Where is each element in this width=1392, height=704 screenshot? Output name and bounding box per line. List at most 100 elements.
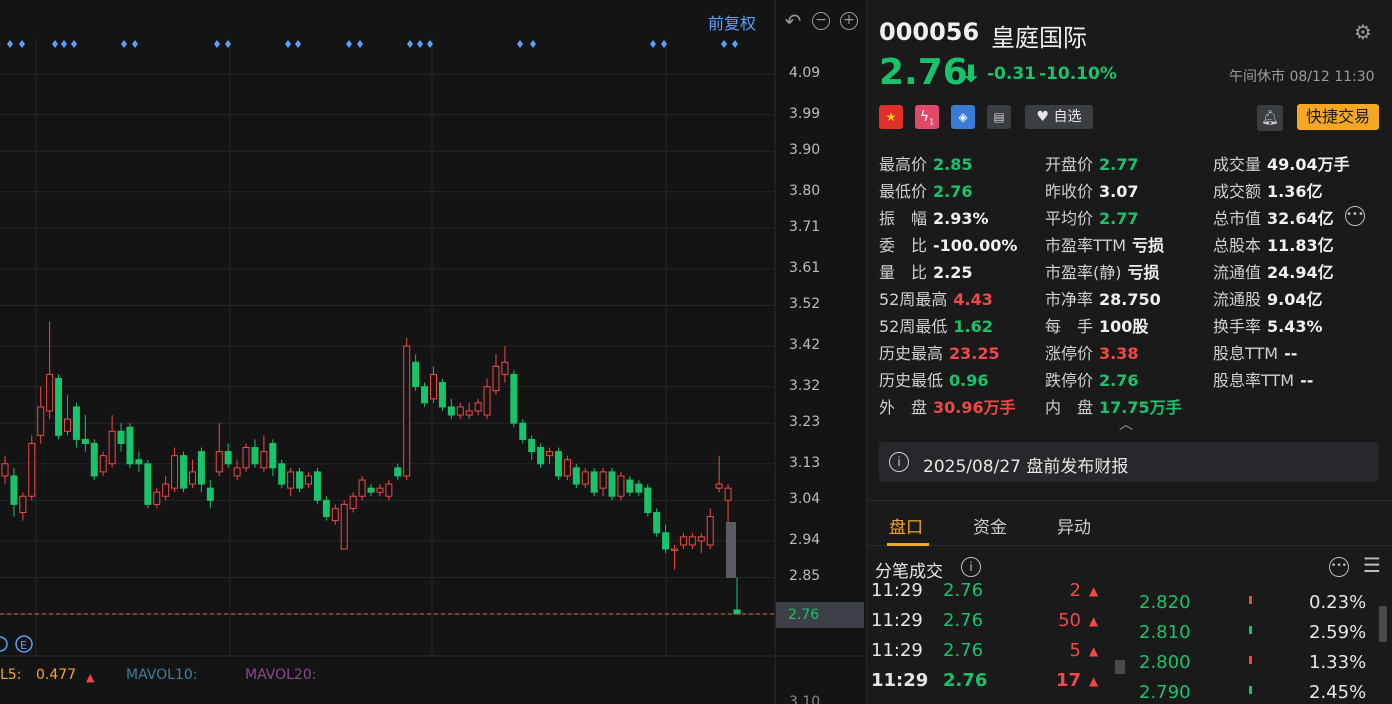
stat-label: 外 盘 bbox=[879, 398, 928, 417]
candle-body bbox=[108, 430, 116, 465]
add-favorite-button[interactable]: ♥ 自选 bbox=[1025, 105, 1093, 129]
candle-body bbox=[492, 365, 500, 392]
earnings-notice[interactable]: i 2025/08/27 盘前发布财报 bbox=[879, 442, 1379, 482]
candle-body bbox=[697, 536, 705, 542]
tab-abnormal[interactable]: 异动 bbox=[1057, 513, 1091, 538]
tab-capital[interactable]: 资金 bbox=[973, 513, 1007, 538]
candle-body bbox=[90, 442, 98, 477]
candle-body bbox=[599, 471, 607, 489]
candle-body bbox=[581, 471, 589, 485]
y-tick-label: 4.09 bbox=[789, 65, 821, 81]
up-arrow-icon: ▲ bbox=[1089, 584, 1099, 598]
adjust-mode-button[interactable]: 前复权 bbox=[708, 10, 756, 33]
stat-cell: 成交量 49.04万手 bbox=[1213, 151, 1350, 175]
stat-cell: 总市值 32.64亿 bbox=[1213, 205, 1334, 229]
stat-label: 换手率 bbox=[1213, 317, 1262, 336]
margin-icon[interactable]: ϟ1 bbox=[915, 105, 939, 129]
scrollbar[interactable] bbox=[1379, 606, 1387, 642]
collapse-caret-icon[interactable]: ︿ bbox=[1119, 414, 1133, 434]
candle-body bbox=[572, 467, 580, 485]
candle-body bbox=[421, 386, 429, 404]
current-price-tag: 2.76 bbox=[776, 602, 864, 628]
bell-icon[interactable]: 🔔︎ bbox=[1257, 105, 1283, 131]
list-icon[interactable]: ☰ bbox=[1363, 553, 1381, 577]
candle-body bbox=[278, 463, 286, 485]
candle-body bbox=[287, 471, 295, 489]
kline-chart[interactable]: E 前复权 ↶ − + 4.09 3.99 3.90 3.80 3.71 3.61 3.52… bbox=[0, 0, 866, 704]
dist-bar bbox=[1249, 596, 1252, 604]
candle-body bbox=[269, 442, 277, 469]
more-options-icon[interactable]: ••• bbox=[1329, 557, 1349, 577]
stat-value: 2.77 bbox=[1099, 209, 1139, 228]
stat-value: 11.83亿 bbox=[1267, 236, 1334, 255]
candle-body bbox=[653, 511, 661, 534]
candle-body bbox=[162, 483, 170, 497]
candle-body bbox=[180, 455, 188, 489]
stat-cell: 流通股 9.04亿 bbox=[1213, 286, 1323, 310]
stat-label: 流通值 bbox=[1213, 263, 1262, 282]
dist-price: 2.820 bbox=[1139, 592, 1191, 613]
stat-value: -- bbox=[1300, 371, 1314, 390]
stat-label: 昨收价 bbox=[1045, 182, 1094, 201]
stat-value: 0.96 bbox=[949, 371, 989, 390]
mavol5-value: 0.477 bbox=[36, 667, 77, 683]
stat-value: 2.76 bbox=[933, 182, 973, 201]
candle-body bbox=[206, 487, 214, 501]
candle-body bbox=[662, 532, 670, 550]
scroll-handle[interactable] bbox=[1115, 660, 1125, 674]
stat-value: 5.43% bbox=[1267, 317, 1323, 336]
dist-bar bbox=[1249, 686, 1252, 694]
event-marker bbox=[295, 40, 301, 48]
candle-body bbox=[46, 373, 54, 412]
zoom-in-icon[interactable]: + bbox=[840, 12, 858, 30]
zoom-out-icon[interactable]: − bbox=[812, 12, 830, 30]
stat-value: 100股 bbox=[1099, 317, 1149, 336]
note-icon[interactable]: ▤ bbox=[987, 105, 1011, 129]
stat-label: 成交额 bbox=[1213, 182, 1262, 201]
tick-volume: 17 bbox=[1055, 670, 1081, 691]
dist-pct: 2.59% bbox=[1309, 622, 1367, 643]
info-icon[interactable]: i bbox=[961, 557, 981, 577]
candle-body bbox=[546, 451, 554, 457]
stat-value: 24.94亿 bbox=[1267, 263, 1334, 282]
stat-cell: 52周最低 1.62 bbox=[879, 313, 993, 337]
e-icon-label: E bbox=[20, 639, 27, 652]
candle-body bbox=[465, 410, 473, 416]
candle-body bbox=[197, 451, 205, 485]
candle-body bbox=[153, 491, 161, 505]
kline-svg[interactable]: E bbox=[0, 0, 866, 704]
y-tick-label: 2.85 bbox=[789, 568, 821, 585]
quick-trade-button[interactable]: 快捷交易 bbox=[1297, 104, 1379, 130]
dist-bar bbox=[1249, 656, 1252, 664]
stat-cell: 最低价 2.76 bbox=[879, 178, 973, 202]
candle-body bbox=[233, 467, 241, 477]
gear-icon[interactable]: ⚙ bbox=[1354, 20, 1372, 44]
undo-icon[interactable]: ↶ bbox=[784, 11, 802, 31]
tick-row: 11:29 2.76 17 ▲ bbox=[871, 670, 1111, 694]
stat-cell: 换手率 5.43% bbox=[1213, 313, 1323, 337]
tick-volume: 50 bbox=[1058, 610, 1081, 631]
stat-cell: 成交额 1.36亿 bbox=[1213, 178, 1323, 202]
up-arrow-icon: ▲ bbox=[1089, 674, 1099, 688]
tag-icon[interactable]: ◈ bbox=[951, 105, 975, 129]
candle-body bbox=[447, 406, 455, 416]
up-arrow-icon: ▲ bbox=[1089, 614, 1099, 628]
stat-label: 总市值 bbox=[1213, 209, 1262, 228]
stat-cell: 昨收价 3.07 bbox=[1045, 178, 1139, 202]
tab-order-book[interactable]: 盘口 bbox=[889, 513, 923, 538]
candle-body bbox=[340, 503, 348, 550]
stat-label: 内 盘 bbox=[1045, 398, 1094, 417]
stat-label: 每 手 bbox=[1045, 317, 1094, 336]
panel-tabs: 盘口 资金 异动 bbox=[867, 500, 1392, 546]
candle-body bbox=[171, 455, 179, 489]
up-arrow-icon: ▲ bbox=[1089, 644, 1099, 658]
stat-value: 亏损 bbox=[1127, 263, 1160, 282]
more-icon[interactable]: ••• bbox=[1345, 206, 1365, 226]
y-tick-label: 3.04 bbox=[789, 491, 821, 508]
event-marker bbox=[214, 40, 220, 48]
stat-value: -- bbox=[1284, 344, 1298, 363]
china-flag-icon: ★ bbox=[879, 105, 903, 129]
candle-body bbox=[412, 361, 420, 388]
y-tick-label: 3.13 bbox=[789, 454, 821, 471]
stat-cell: 股息率TTM -- bbox=[1213, 367, 1313, 391]
